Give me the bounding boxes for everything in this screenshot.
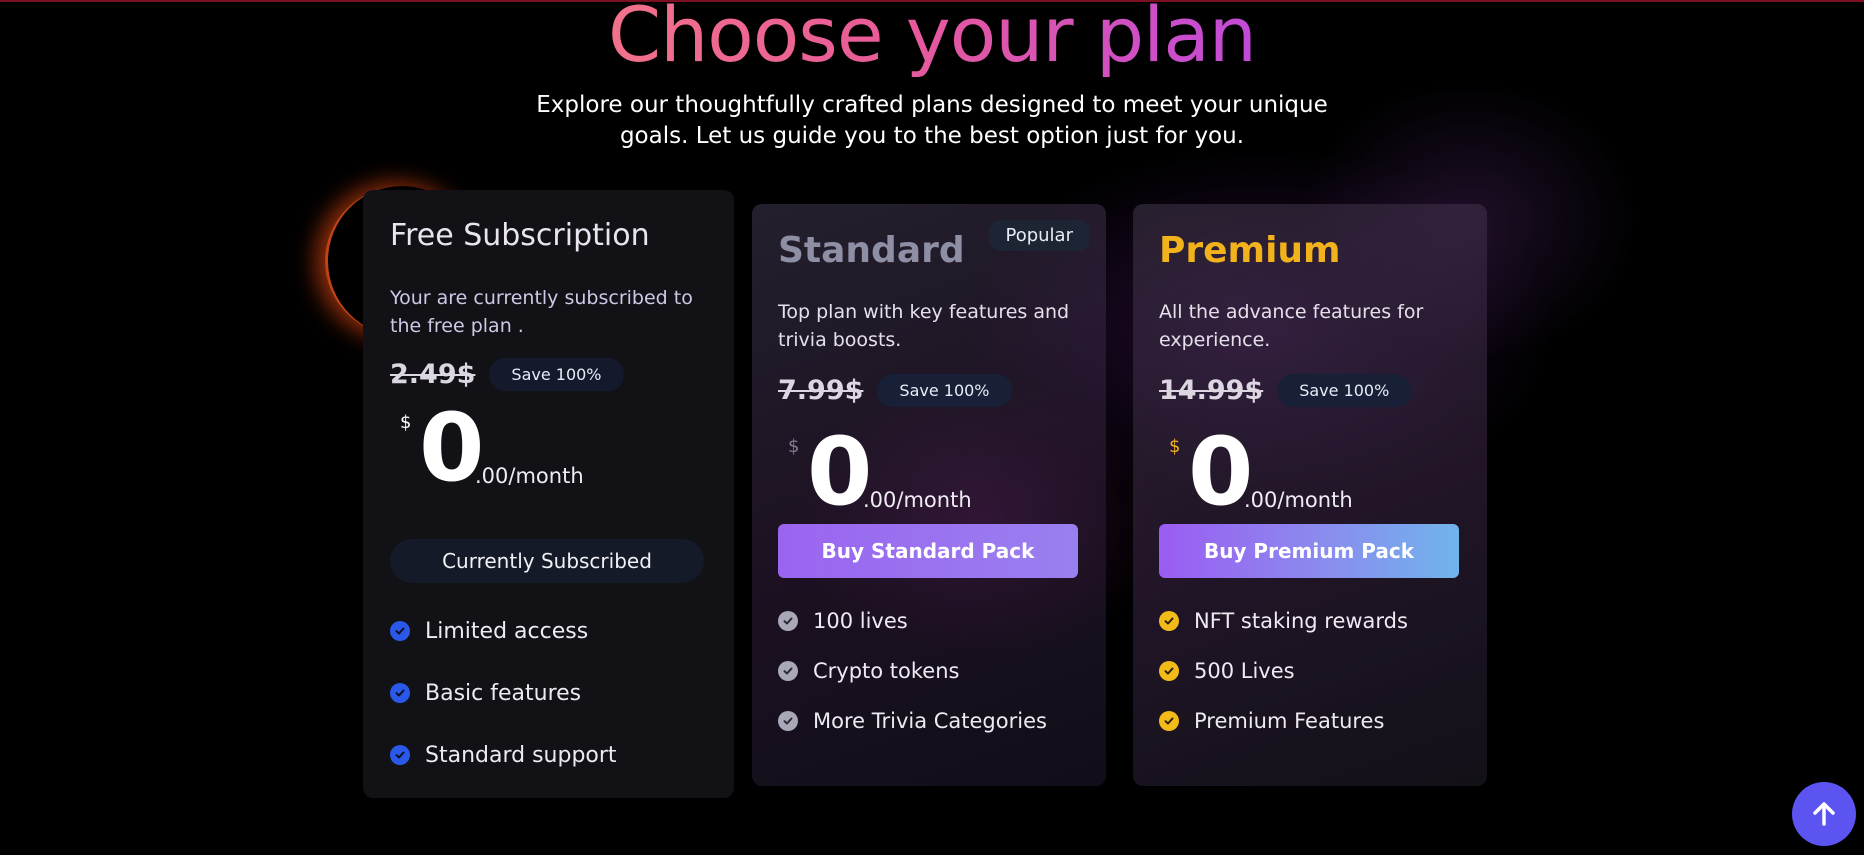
old-price: 7.99$ <box>778 375 864 406</box>
page-title: Choose your plan <box>0 0 1864 80</box>
feature-label: Limited access <box>425 618 589 644</box>
feature-item: More Trivia Categories <box>778 696 1047 746</box>
price-suffix: .00/month <box>475 464 584 488</box>
plan-card-premium: Premium All the advance features for exp… <box>1133 204 1487 786</box>
check-circle-icon <box>390 683 410 703</box>
buy-premium-button[interactable]: Buy Premium Pack <box>1159 524 1459 578</box>
save-badge: Save 100% <box>877 374 1012 407</box>
popular-badge: Popular <box>988 220 1090 251</box>
discount-row: 14.99$ Save 100% <box>1159 374 1412 407</box>
plan-name: Premium <box>1159 230 1341 271</box>
feature-label: Basic features <box>425 680 582 706</box>
feature-item: Crypto tokens <box>778 646 1047 696</box>
check-circle-icon <box>390 745 410 765</box>
feature-item: NFT staking rewards <box>1159 596 1408 646</box>
old-price: 14.99$ <box>1159 375 1264 406</box>
feature-item: 100 lives <box>778 596 1047 646</box>
feature-item: Standard support <box>390 724 617 786</box>
feature-label: Crypto tokens <box>813 659 960 683</box>
feature-item: 500 Lives <box>1159 646 1408 696</box>
check-circle-icon <box>778 711 798 731</box>
save-badge: Save 100% <box>489 358 624 391</box>
feature-item: Basic features <box>390 662 617 724</box>
check-circle-icon <box>1159 661 1179 681</box>
currency-symbol: $ <box>1169 436 1181 457</box>
currency-symbol: $ <box>400 412 412 433</box>
plan-name: Free Subscription <box>390 218 650 253</box>
scroll-to-top-button[interactable] <box>1792 782 1856 846</box>
feature-list: Limited access Basic features Standard s… <box>390 600 617 786</box>
plan-card-free: Free Subscription Your are currently sub… <box>363 190 734 798</box>
plan-name: Standard <box>778 230 965 271</box>
check-circle-icon <box>1159 711 1179 731</box>
discount-row: 2.49$ Save 100% <box>390 358 624 391</box>
pricing-page: Choose your plan Explore our thoughtfull… <box>0 0 1864 855</box>
buy-standard-button[interactable]: Buy Standard Pack <box>778 524 1078 578</box>
currency-symbol: $ <box>788 436 800 457</box>
plan-description: All the advance features for experience. <box>1159 301 1424 351</box>
currently-subscribed-button[interactable]: Currently Subscribed <box>390 539 704 583</box>
feature-list: 100 lives Crypto tokens More Trivia Cate… <box>778 596 1047 746</box>
check-circle-icon <box>390 621 410 641</box>
save-badge: Save 100% <box>1277 374 1412 407</box>
page-subtitle: Explore our thoughtfully crafted plans d… <box>532 90 1332 152</box>
arrow-up-icon <box>1813 802 1835 826</box>
feature-label: NFT staking rewards <box>1194 609 1408 633</box>
subtitle-line-2: goals. Let us guide you to the best opti… <box>619 123 1245 149</box>
discount-row: 7.99$ Save 100% <box>778 374 1012 407</box>
check-circle-icon <box>778 661 798 681</box>
feature-label: Standard support <box>425 742 617 768</box>
feature-item: Premium Features <box>1159 696 1408 746</box>
check-circle-icon <box>778 611 798 631</box>
subtitle-line-1: Explore our thoughtfully crafted plans d… <box>536 92 1328 118</box>
price-suffix: .00/month <box>1244 488 1353 512</box>
check-circle-icon <box>1159 611 1179 631</box>
plan-description: Your are currently subscribed to the fre… <box>390 287 693 337</box>
feature-label: More Trivia Categories <box>813 709 1047 733</box>
plan-description: Top plan with key features and trivia bo… <box>778 301 1070 351</box>
feature-label: 100 lives <box>813 609 908 633</box>
feature-list: NFT staking rewards 500 Lives Premium Fe… <box>1159 596 1408 746</box>
plan-card-standard: Standard Popular Top plan with key featu… <box>752 204 1106 786</box>
feature-label: Premium Features <box>1194 709 1385 733</box>
feature-item: Limited access <box>390 600 617 662</box>
feature-label: 500 Lives <box>1194 659 1295 683</box>
old-price: 2.49$ <box>390 359 476 390</box>
price-suffix: .00/month <box>863 488 972 512</box>
